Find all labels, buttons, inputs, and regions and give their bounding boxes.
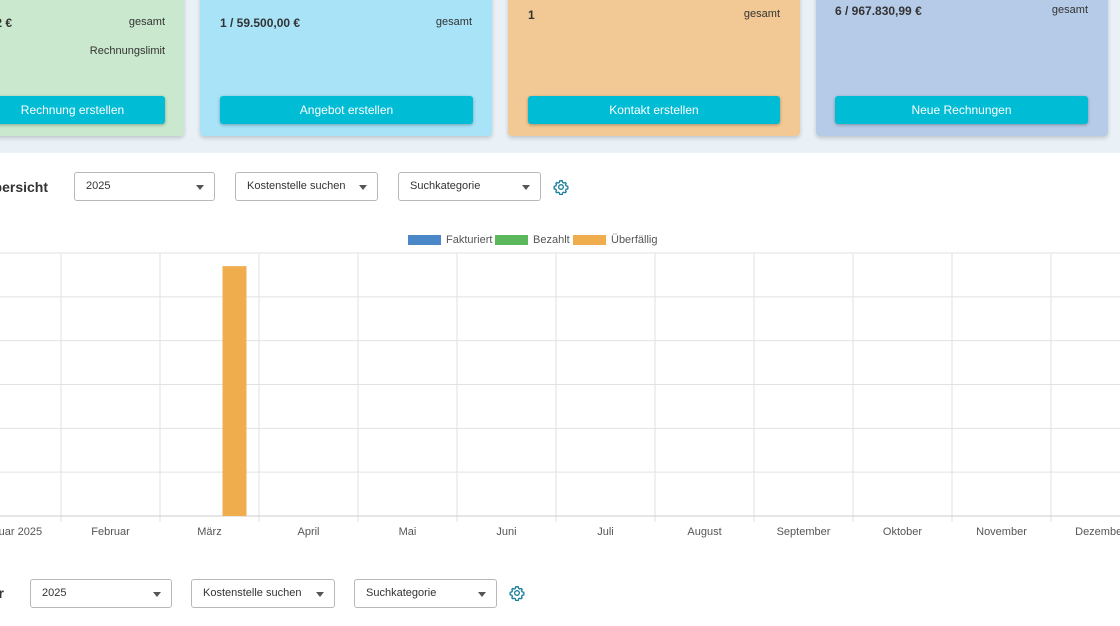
chevron-down-icon xyxy=(478,592,486,597)
new-invoices-card: 6 / 967.830,99 € gesamt Neue Rechnungen xyxy=(816,0,1108,136)
chevron-down-icon xyxy=(522,185,530,190)
create-quote-button[interactable]: Angebot erstellen xyxy=(220,96,473,124)
x-tick-label: Juni xyxy=(496,526,516,538)
year-select-2[interactable]: 2025 xyxy=(30,579,172,608)
x-tick-label: Januar 2025 xyxy=(0,526,42,538)
chevron-down-icon xyxy=(196,185,204,190)
quote-card-total-label: gesamt xyxy=(435,16,472,28)
second-section-title: r xyxy=(0,585,4,601)
cost-center-placeholder-2: Kostenstelle suchen xyxy=(203,587,302,599)
search-category-select-2[interactable]: Suchkategorie xyxy=(354,579,497,608)
year-select-value: 2025 xyxy=(86,180,111,192)
x-tick-label: Juli xyxy=(597,526,614,538)
contact-card-total-label: gesamt xyxy=(743,8,780,20)
new-invoices-button[interactable]: Neue Rechnungen xyxy=(835,96,1088,124)
year-select-2-value: 2025 xyxy=(42,587,67,599)
quote-card: 1 / 59.500,00 € gesamt Angebot erstellen xyxy=(200,0,492,136)
invoice-overview-chart: Januar 2025 Februar März April Mai Juni Juli Au… xyxy=(0,252,1120,538)
create-contact-button[interactable]: Kontakt erstellen xyxy=(528,96,780,124)
search-category-placeholder: Suchkategorie xyxy=(410,180,481,192)
x-tick-label: April xyxy=(297,526,319,538)
gear-icon[interactable] xyxy=(553,179,569,195)
new-invoices-card-amount: 6 / 967.830,99 € xyxy=(835,4,922,18)
year-select[interactable]: 2025 xyxy=(74,172,215,201)
create-invoice-button[interactable]: Rechnung erstellen xyxy=(0,96,165,124)
new-invoices-card-total-label: gesamt xyxy=(1051,4,1088,16)
chevron-down-icon xyxy=(359,185,367,190)
x-tick-label: November xyxy=(976,526,1027,538)
contact-card-count: 1 xyxy=(528,8,535,22)
search-category-placeholder-2: Suchkategorie xyxy=(366,587,437,599)
contact-card: 1 gesamt Kontakt erstellen xyxy=(508,0,800,136)
x-tick-label: Februar xyxy=(91,526,130,538)
cost-center-search[interactable]: Kostenstelle suchen xyxy=(235,172,378,201)
x-tick-label: August xyxy=(687,526,721,538)
bar-überfällig[interactable] xyxy=(222,266,247,516)
invoice-card-total-label: gesamt xyxy=(128,16,165,28)
overview-title: Übersicht xyxy=(0,179,48,195)
quote-card-amount: 1 / 59.500,00 € xyxy=(220,16,301,30)
chevron-down-icon xyxy=(316,592,324,597)
invoice-card-amount: 2 € xyxy=(0,16,12,30)
cost-center-search-2[interactable]: Kostenstelle suchen xyxy=(191,579,335,608)
cost-center-placeholder: Kostenstelle suchen xyxy=(247,180,346,192)
invoice-card: 2 € gesamt Rechnungslimit Rechnung erste… xyxy=(0,0,184,136)
x-tick-label: März xyxy=(197,526,221,538)
x-tick-label: September xyxy=(777,526,831,538)
invoice-limit-label: Rechnungslimit xyxy=(89,45,165,57)
x-tick-label: Dezember xyxy=(1075,526,1120,538)
x-tick-label: Oktober xyxy=(883,526,922,538)
x-tick-label: Mai xyxy=(399,526,417,538)
chevron-down-icon xyxy=(153,592,161,597)
search-category-select[interactable]: Suchkategorie xyxy=(398,172,541,201)
gear-icon[interactable] xyxy=(509,585,525,601)
